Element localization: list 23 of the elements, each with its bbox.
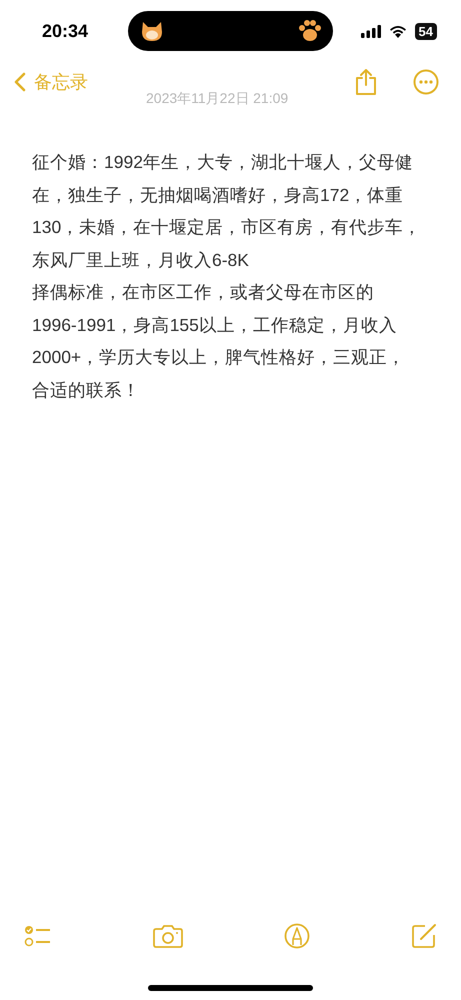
note-date: 2023年11月22日 21:09 <box>146 90 288 108</box>
chevron-left-icon <box>14 72 26 92</box>
compose-icon[interactable] <box>411 923 437 949</box>
note-text-line: 1996-1991，身高155以上，工作稳定，月收入 <box>32 314 398 336</box>
back-button[interactable]: 备忘录 <box>14 70 88 94</box>
note-text-line: 130，未婚，在十堰定居，市区有房，有代步车， <box>32 216 422 239</box>
paw-icon <box>297 19 323 43</box>
dog-face-icon <box>140 20 164 42</box>
signal-icon <box>360 24 381 38</box>
checklist-icon[interactable] <box>24 924 52 948</box>
more-icon[interactable] <box>413 69 439 95</box>
note-text-line: 东风厂里上班，月收入6-8K <box>32 248 250 272</box>
note-text-line: 在，独生子，无抽烟喝酒嗜好，身高172，体重 <box>32 184 404 206</box>
camera-icon[interactable] <box>153 924 183 948</box>
wifi-icon <box>388 24 407 38</box>
status-time: 20:34 <box>42 20 90 42</box>
note-text-line: 合适的联系！ <box>32 378 141 402</box>
share-icon[interactable] <box>355 68 377 96</box>
battery-indicator: 54 <box>414 22 437 40</box>
note-text-line: 择偶标准，在市区工作，或者父母在市区的 <box>32 281 375 304</box>
note-text-line: 征个婚：1992年生，大专，湖北十堰人，父母健 <box>32 151 414 174</box>
note-text-line: 2000+，学历大专以上，脾气性格好，三观正， <box>32 346 406 369</box>
pen-tip-icon[interactable] <box>284 923 310 949</box>
